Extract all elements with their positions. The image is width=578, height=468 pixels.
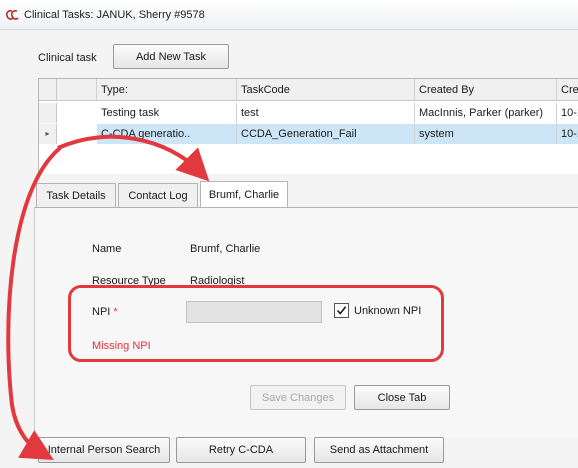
- arrow-to-search: [6, 146, 62, 461]
- arrow-to-tab: [57, 134, 210, 182]
- annotation-arrows: [6, 134, 210, 461]
